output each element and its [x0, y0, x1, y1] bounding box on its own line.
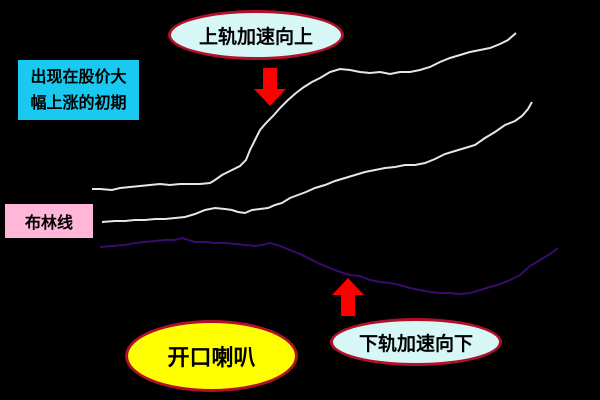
- early-rise-note: 出现在股价大 幅上涨的初期: [18, 60, 139, 120]
- early-rise-note-line-1: 出现在股价大: [30, 67, 127, 86]
- early-rise-note-line-2: 幅上涨的初期: [30, 93, 127, 112]
- upper-band-accelerates-up-callout: 上轨加速向上: [168, 10, 344, 60]
- bollinger-lines-label: 布林线: [5, 204, 93, 238]
- bands-opening-callout: 开口喇叭: [125, 320, 298, 392]
- lower-band-line: [99, 236, 559, 296]
- red-down-arrow-icon: [254, 68, 286, 106]
- red-up-arrow-icon: [332, 278, 364, 316]
- middle-band-line: [101, 101, 533, 223]
- upper-band-line: [92, 32, 517, 192]
- lower-band-accelerates-down-callout: 下轨加速向下: [330, 318, 502, 366]
